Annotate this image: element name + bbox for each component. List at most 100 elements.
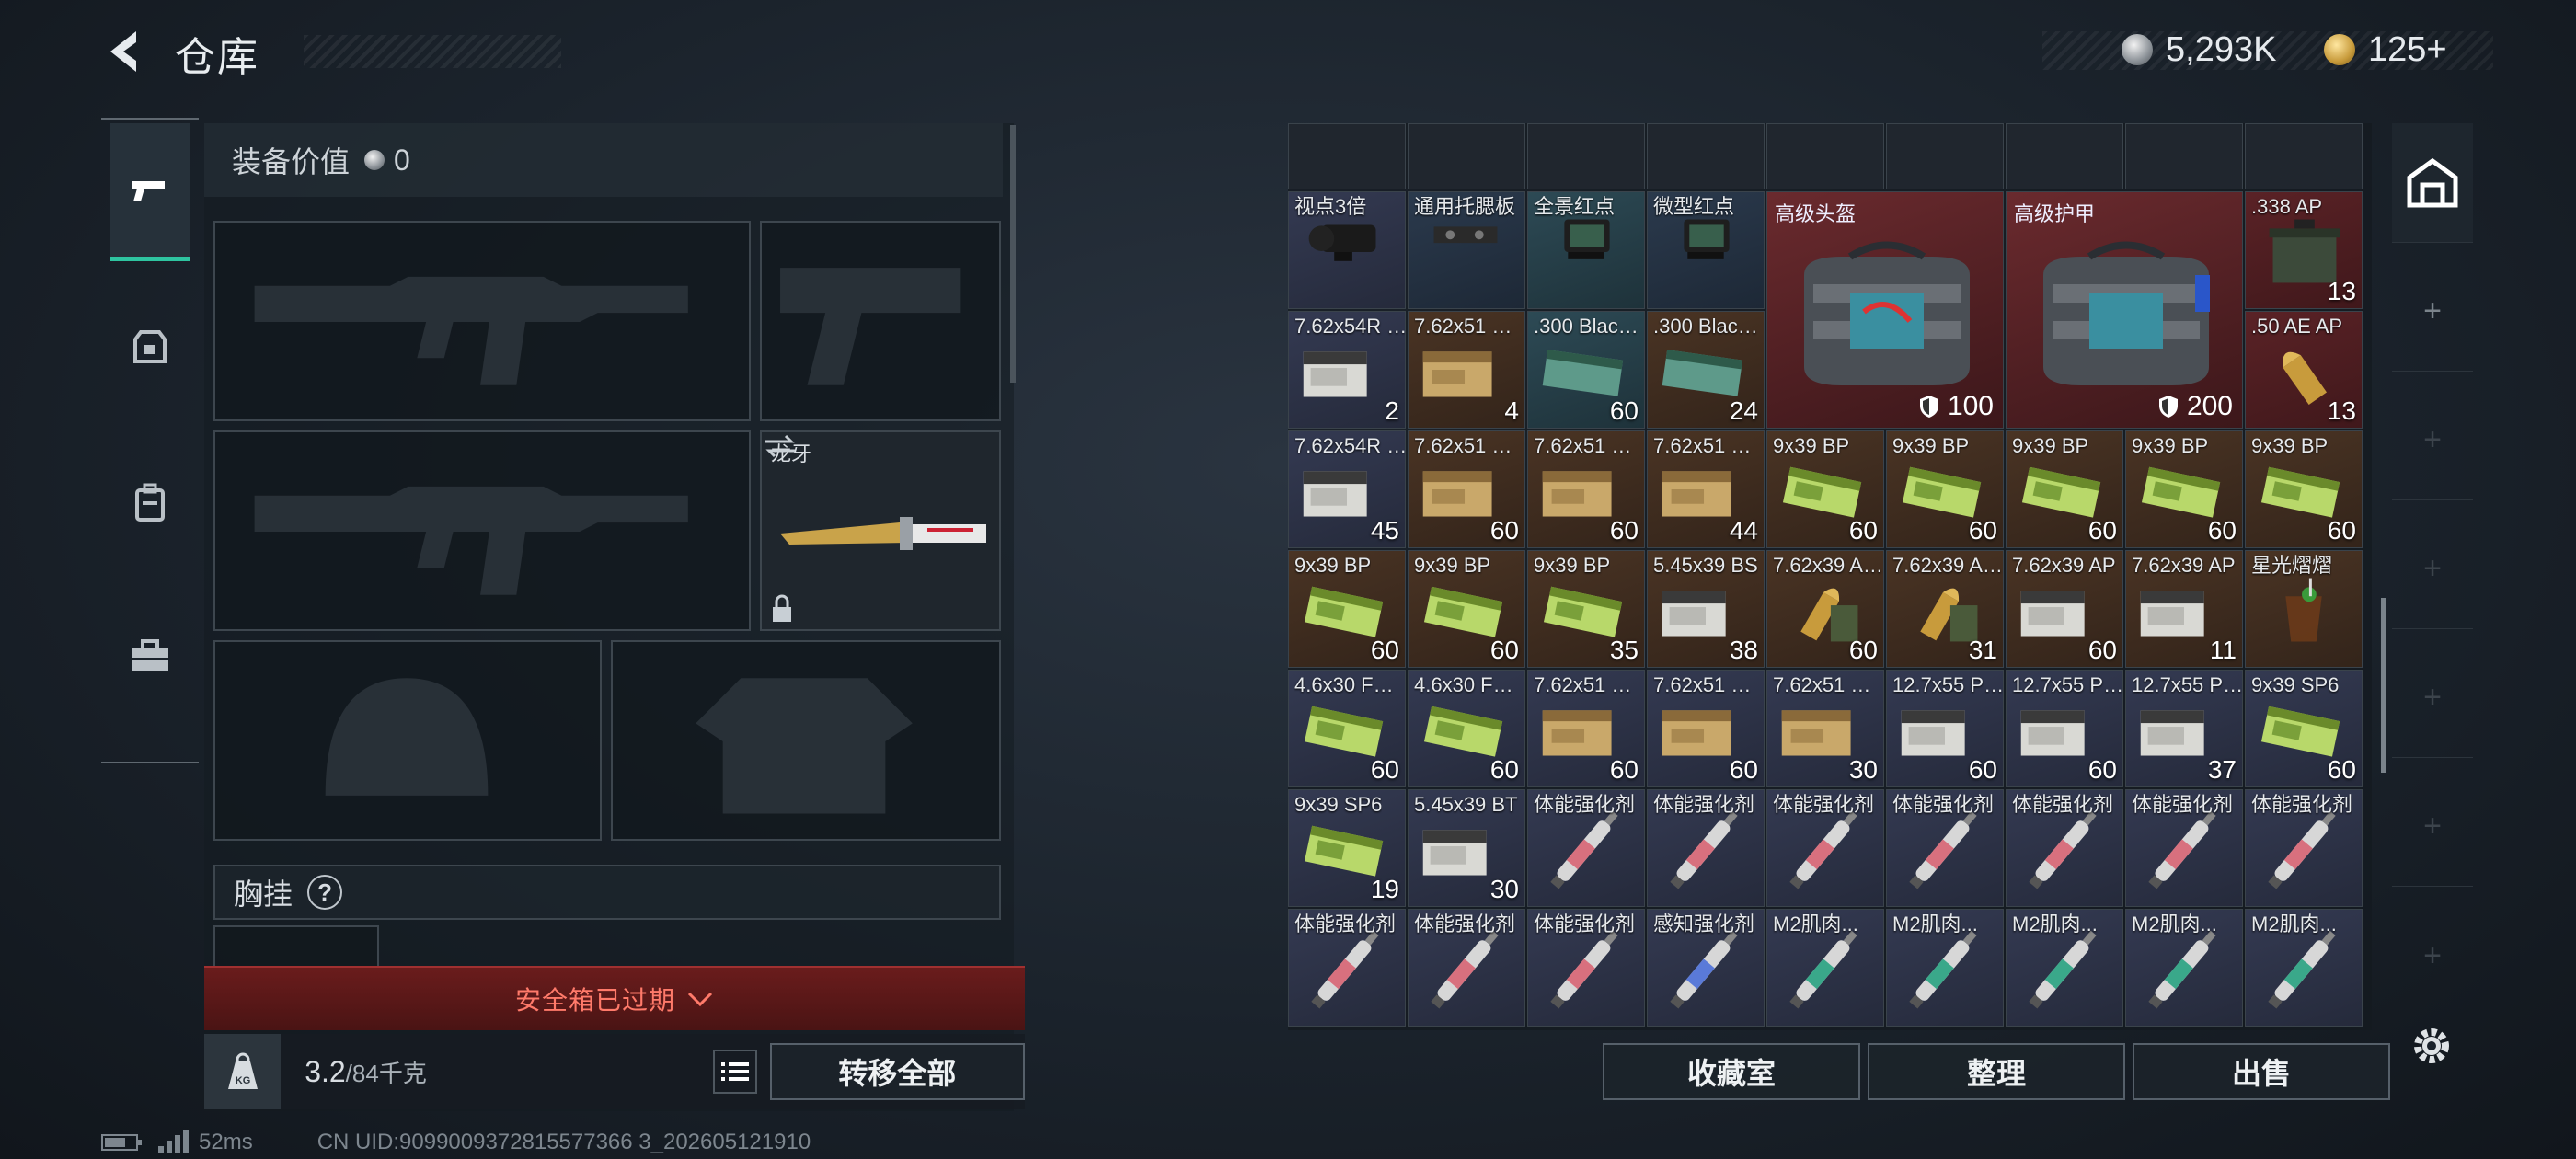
add-warehouse-tab-button[interactable]: + bbox=[2392, 510, 2473, 629]
grid-item-dot[interactable]: 全景红点 bbox=[1527, 191, 1645, 309]
grid-item-box-green[interactable]: 9x39 BP 60 bbox=[2006, 430, 2123, 548]
help-icon[interactable]: ? bbox=[307, 875, 343, 910]
grid-item-box-green[interactable]: 9x39 BP 60 bbox=[1408, 550, 1525, 668]
grid-item-box-tan[interactable]: 7.62x51 M62 60 bbox=[1408, 430, 1525, 548]
chest-rig-slot[interactable] bbox=[213, 925, 379, 968]
grid-item-bullet[interactable]: 7.62x39 AP SUB 60 bbox=[1766, 550, 1884, 668]
grid-item-syringe-green[interactable]: M2肌肉... bbox=[2125, 909, 2243, 1027]
grid-item-box-white[interactable]: 5.45x39 BS 38 bbox=[1647, 550, 1765, 668]
list-view-button[interactable] bbox=[713, 1050, 757, 1094]
grid-item-box-green[interactable]: 4.6x30 FMJ SX 60 bbox=[1408, 670, 1525, 787]
grid-item-syringe-green[interactable]: M2肌肉... bbox=[2006, 909, 2123, 1027]
tab-warehouse-main[interactable] bbox=[2392, 123, 2473, 243]
grid-cell-partial[interactable] bbox=[1766, 123, 1884, 189]
helmet-slot[interactable] bbox=[213, 640, 602, 841]
grid-item-syringe-red[interactable]: 体能强化剂 bbox=[1527, 789, 1645, 907]
grid-cell-partial[interactable] bbox=[2006, 123, 2123, 189]
gear-icon[interactable] bbox=[2409, 1023, 2455, 1069]
grid-item-box-green[interactable]: 9x39 BP 60 bbox=[1766, 430, 1884, 548]
grid-item-box-green[interactable]: 9x39 BP 60 bbox=[2245, 430, 2363, 548]
ammo-50ae-item[interactable]: .50 AE AP 13 bbox=[2245, 311, 2363, 429]
grid-cell-partial[interactable] bbox=[1408, 123, 1525, 189]
grid-cell-partial[interactable] bbox=[2125, 123, 2243, 189]
add-warehouse-tab-button[interactable]: + bbox=[2392, 252, 2473, 372]
safe-box-expired-banner[interactable]: 安全箱已过期 bbox=[204, 966, 1025, 1030]
back-icon[interactable] bbox=[99, 26, 151, 77]
grid-item-box-green[interactable]: 9x39 BP 60 bbox=[1886, 430, 2004, 548]
grid-item-syringe-red[interactable]: 体能强化剂 bbox=[1886, 789, 2004, 907]
add-warehouse-tab-button[interactable]: + bbox=[2392, 638, 2473, 758]
grid-item-box-teal[interactable]: .300 Blackout TAC-TX 60 bbox=[1527, 311, 1645, 429]
grid-item-box-white[interactable]: 7.62x39 AP 60 bbox=[2006, 550, 2123, 668]
sort-button[interactable]: 整理 bbox=[1868, 1043, 2125, 1100]
grid-item-box-white[interactable]: 7.62x54R SNB 2 bbox=[1288, 311, 1406, 429]
grid-item-scope[interactable]: 视点3倍 bbox=[1288, 191, 1406, 309]
helmet-item[interactable]: 高级头盔 100 bbox=[1766, 191, 2004, 429]
ammo-338-item[interactable]: .338 AP 13 bbox=[2245, 191, 2363, 309]
grid-item-box-tan[interactable]: 7.62x51 M62 44 bbox=[1647, 430, 1765, 548]
tab-toolbox[interactable] bbox=[110, 587, 190, 725]
grid-item-box-white[interactable]: 7.62x39 AP 11 bbox=[2125, 550, 2243, 668]
grid-item-box-white[interactable]: 12.7x55 PD12双头 60 bbox=[1886, 670, 2004, 787]
grid-cell-partial[interactable] bbox=[1886, 123, 2004, 189]
grid-item-box-tan[interactable]: 7.62x51 M80 60 bbox=[1527, 670, 1645, 787]
grid-item-box-green[interactable]: 9x39 BP 60 bbox=[2125, 430, 2243, 548]
swap-icon[interactable] bbox=[762, 432, 799, 460]
equipment-scrollbar[interactable] bbox=[1010, 125, 1016, 383]
armor-slot[interactable] bbox=[611, 640, 1001, 841]
grid-item-box-tan[interactable]: 7.62x51 M61 4 bbox=[1408, 311, 1525, 429]
grid-item-rail[interactable]: 通用托腮板 bbox=[1408, 191, 1525, 309]
grid-item-box-tan[interactable]: 7.62x51 M62 60 bbox=[1527, 430, 1645, 548]
pistol-slot[interactable] bbox=[760, 221, 1001, 421]
grid-item-syringe-red[interactable]: 体能强化剂 bbox=[2006, 789, 2123, 907]
grid-cell-partial[interactable] bbox=[1288, 123, 1406, 189]
grid-item-box-white[interactable]: 5.45x39 BT 30 bbox=[1408, 789, 1525, 907]
grid-item-box-green[interactable]: 9x39 SP6 60 bbox=[2245, 670, 2363, 787]
grid-item-syringe-green[interactable]: M2肌肉... bbox=[2245, 909, 2363, 1027]
grid-item-syringe-red[interactable]: 体能强化剂 bbox=[1766, 789, 1884, 907]
sell-button[interactable]: 出售 bbox=[2133, 1043, 2390, 1100]
warehouse-scrollbar[interactable] bbox=[2381, 598, 2386, 773]
grid-cell-partial[interactable] bbox=[1527, 123, 1645, 189]
grid-item-box-green[interactable]: 9x39 BP 35 bbox=[1527, 550, 1645, 668]
collection-room-button[interactable]: 收藏室 bbox=[1603, 1043, 1860, 1100]
grid-item-syringe-green[interactable]: M2肌肉... bbox=[1766, 909, 1884, 1027]
add-warehouse-tab-button[interactable]: + bbox=[2392, 381, 2473, 500]
grid-item-syringe-red[interactable]: 体能强化剂 bbox=[2125, 789, 2243, 907]
grid-item-dot[interactable]: 微型红点 bbox=[1647, 191, 1765, 309]
grid-item-syringe-red[interactable]: 体能强化剂 bbox=[2245, 789, 2363, 907]
grid-item-box-teal[interactable]: .300 Blackout TAC-TX 24 bbox=[1647, 311, 1765, 429]
grid-cell-partial[interactable] bbox=[1647, 123, 1765, 189]
transfer-all-button[interactable]: 转移全部 bbox=[769, 1043, 1026, 1100]
currency-gold[interactable]: 125+ bbox=[2324, 26, 2447, 74]
grid-item-drink[interactable]: 星光熠熠 bbox=[2245, 550, 2363, 668]
grid-item-box-tan[interactable]: 7.62x51 M80 30 bbox=[1766, 670, 1884, 787]
grid-item-syringe-blue[interactable]: 感知强化剂 bbox=[1647, 909, 1765, 1027]
grid-item-box-white[interactable]: 12.7x55 PD12双头 60 bbox=[2006, 670, 2123, 787]
tab-backpack[interactable] bbox=[110, 434, 190, 572]
grid-item-syringe-red[interactable]: 体能强化剂 bbox=[1288, 909, 1406, 1027]
currency-silver[interactable]: 5,293K bbox=[2122, 26, 2276, 74]
secondary-weapon-slot[interactable] bbox=[213, 430, 751, 631]
melee-slot[interactable]: 龙牙 bbox=[760, 430, 1001, 631]
grid-item-syringe-red[interactable]: 体能强化剂 bbox=[1527, 909, 1645, 1027]
grid-item-syringe-red[interactable]: 体能强化剂 bbox=[1408, 909, 1525, 1027]
armor-item[interactable]: 高级护甲 200 bbox=[2006, 191, 2243, 429]
tab-armor[interactable] bbox=[110, 278, 190, 416]
grid-item-syringe-red[interactable]: 体能强化剂 bbox=[1647, 789, 1765, 907]
chest-rig-row[interactable]: 胸挂 ? bbox=[213, 865, 1001, 920]
grid-item-syringe-green[interactable]: M2肌肉... bbox=[1886, 909, 2004, 1027]
grid-cell-partial[interactable] bbox=[2245, 123, 2363, 189]
item-name: 体能强化剂 bbox=[2132, 794, 2234, 816]
primary-weapon-slot[interactable] bbox=[213, 221, 751, 421]
add-warehouse-tab-button[interactable]: + bbox=[2392, 896, 2473, 1016]
grid-item-box-green[interactable]: 4.6x30 FMJ SX 60 bbox=[1288, 670, 1406, 787]
grid-item-bullet[interactable]: 7.62x39 AP SUB 31 bbox=[1886, 550, 2004, 668]
add-warehouse-tab-button[interactable]: + bbox=[2392, 767, 2473, 887]
grid-item-box-white[interactable]: 12.7x55 PD12双头 37 bbox=[2125, 670, 2243, 787]
grid-item-box-green[interactable]: 9x39 BP 60 bbox=[1288, 550, 1406, 668]
grid-item-box-tan[interactable]: 7.62x51 M80 60 bbox=[1647, 670, 1765, 787]
tab-weapons[interactable] bbox=[110, 123, 190, 261]
grid-item-box-white[interactable]: 7.62x54R BT 45 bbox=[1288, 430, 1406, 548]
grid-item-box-green[interactable]: 9x39 SP6 19 bbox=[1288, 789, 1406, 907]
